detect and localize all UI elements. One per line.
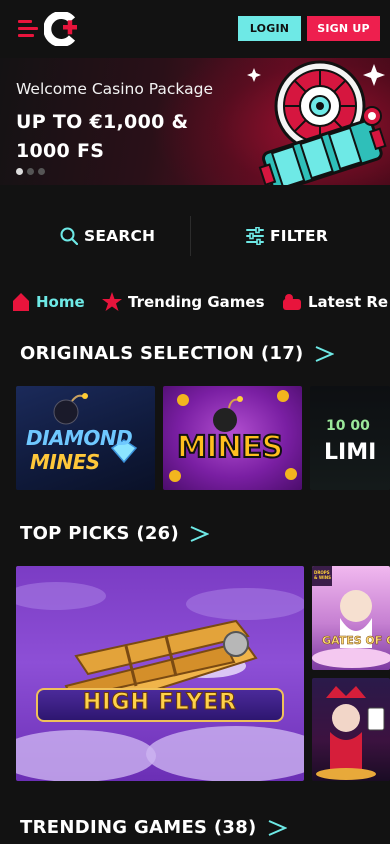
carousel-dot[interactable] <box>27 168 34 175</box>
nav-item-label: Home <box>36 293 85 311</box>
nav-item-label: Trending Games <box>128 293 265 311</box>
game-tile-limbo[interactable]: 10 00 LIMI <box>310 386 390 490</box>
biplane-icon <box>16 582 304 781</box>
carousel-dot[interactable] <box>16 168 23 175</box>
game-tile-diamond-mines[interactable]: DIAMOND MINES <box>16 386 155 490</box>
nav-item-home[interactable]: Home <box>12 287 85 317</box>
section-title: TRENDING GAMES (38) <box>20 817 257 838</box>
carousel-dots <box>16 168 45 175</box>
section-trending-header-visible[interactable]: TRENDING GAMES (38) <box>20 817 287 838</box>
menu-icon[interactable] <box>18 20 38 38</box>
nav-item-label: Latest Re <box>308 293 389 311</box>
toolbar-divider <box>190 216 191 256</box>
search-label: SEARCH <box>84 227 156 245</box>
tile-label-bottom: LIMI <box>324 440 377 465</box>
tile-label-bottom: MINES <box>30 450 100 474</box>
home-icon <box>13 293 29 311</box>
chevron-right-icon[interactable] <box>189 525 210 543</box>
game-tile-mines[interactable]: MINES <box>163 386 302 490</box>
toolbar: SEARCH FILTER <box>0 210 390 262</box>
roulette-art-icon <box>247 60 387 185</box>
nav-item-trending-games[interactable]: Trending Games <box>102 287 265 317</box>
game-tile-gates-of-olympus[interactable]: DROPS & WINS GATES OF OLY <box>312 566 390 670</box>
nav-item-latest-releases[interactable]: Latest Re <box>282 287 388 317</box>
carousel-dot[interactable] <box>38 168 45 175</box>
slot-icon <box>283 294 301 310</box>
chevron-right-icon[interactable] <box>267 819 287 837</box>
joker-icon <box>316 686 385 780</box>
section-title: ORIGINALS SELECTION (17) <box>20 343 304 364</box>
section-title: TOP PICKS (26) <box>20 523 180 544</box>
filter-button[interactable]: FILTER <box>246 210 328 262</box>
tile-label-top: 10 00 <box>326 418 370 434</box>
top-bar: LOGIN SIGN UP <box>0 0 390 58</box>
banner-subtitle: Welcome Casino Package <box>16 80 214 98</box>
tile-badge: DROPS & WINS <box>314 570 332 580</box>
filter-label: FILTER <box>270 227 328 245</box>
search-button[interactable]: SEARCH <box>60 210 155 262</box>
category-nav: Home Trending Games Latest Re <box>0 287 390 317</box>
star-icon <box>102 292 122 311</box>
login-button[interactable]: LOGIN <box>238 16 301 41</box>
tile-label-top: GATES OF OLY <box>322 634 390 648</box>
tile-label-top: HIGH FLYER <box>82 690 238 716</box>
sliders-icon <box>246 227 264 245</box>
zeus-icon <box>312 566 390 668</box>
search-icon <box>60 227 78 245</box>
game-tile-joker[interactable] <box>312 678 390 781</box>
chevron-right-icon[interactable] <box>314 345 334 363</box>
banner-title: UP TO €1,000 & 1000 FS <box>16 111 189 162</box>
section-top-picks-header[interactable]: TOP PICKS (26) <box>20 523 210 544</box>
logo[interactable] <box>44 12 78 46</box>
promo-banner[interactable]: Welcome Casino Package UP TO €1,000 & 10… <box>0 58 390 185</box>
tile-label-top: DIAMOND <box>26 426 133 450</box>
tile-label-top: MINES <box>176 429 284 466</box>
game-tile-high-flyer[interactable]: HIGH FLYER <box>16 566 304 781</box>
signup-button[interactable]: SIGN UP <box>307 16 380 41</box>
section-originals-header[interactable]: ORIGINALS SELECTION (17) <box>20 343 334 364</box>
